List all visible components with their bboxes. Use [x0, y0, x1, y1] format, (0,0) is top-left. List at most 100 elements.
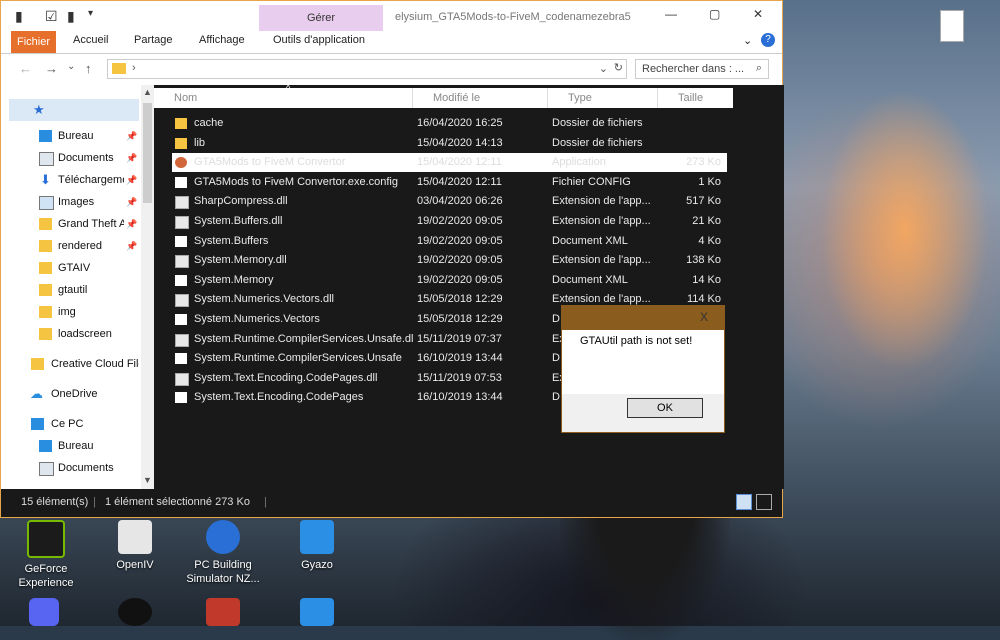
- back-icon[interactable]: ←: [19, 61, 32, 76]
- sidebar-item-images[interactable]: Images 📌: [1, 193, 141, 213]
- desktop-file-icon[interactable]: [940, 10, 964, 42]
- dialog-close-button[interactable]: X: [700, 310, 708, 324]
- desktop-icon-openiv[interactable]: OpenIV: [95, 520, 175, 572]
- column-header-size[interactable]: Taille: [657, 88, 733, 108]
- app-icon[interactable]: [206, 598, 240, 626]
- desktop-icon-pc-building[interactable]: PC Building Simulator NZ...: [183, 520, 263, 586]
- file-modified: 19/02/2020 09:05: [417, 234, 503, 247]
- pin-icon[interactable]: 📌: [126, 219, 137, 230]
- nav-scrollbar[interactable]: ▲ ▼: [141, 85, 154, 489]
- file-name: GTA5Mods to FiveM Convertor: [194, 156, 346, 169]
- chevron-down-icon[interactable]: ⌄: [599, 62, 608, 75]
- ribbon-expand-icon[interactable]: ⌄: [743, 34, 752, 47]
- column-header-modified[interactable]: Modifié le: [412, 88, 547, 108]
- sidebar-item-gtautil[interactable]: gtautil: [1, 281, 141, 301]
- file-row[interactable]: System.Buffers.dll 19/02/2020 09:05 Extens…: [172, 212, 727, 231]
- folder-icon: [39, 306, 52, 318]
- pin-icon[interactable]: 📌: [126, 131, 137, 142]
- file-row[interactable]: cache 16/04/2020 16:25 Dossier de fichiers: [172, 114, 727, 133]
- file-icon: [175, 314, 187, 325]
- sidebar-item-bureau[interactable]: Bureau 📌: [1, 127, 141, 147]
- discord-icon[interactable]: [29, 598, 59, 626]
- sidebar-item-downloads[interactable]: ⬇ Téléchargements 📌: [1, 171, 141, 191]
- dll-file-icon: [175, 294, 189, 308]
- logitech-icon[interactable]: [118, 598, 152, 626]
- file-modified: 15/11/2019 07:53: [417, 371, 502, 384]
- properties-icon[interactable]: ☑: [45, 8, 58, 25]
- sidebar-item-gtaiv[interactable]: GTAIV: [1, 259, 141, 279]
- file-name: System.Buffers: [194, 234, 269, 247]
- selection-info: 1 élément sélectionné 273 Ko: [105, 496, 250, 508]
- sidebar-item-label: rendered: [58, 240, 103, 252]
- file-icon: [175, 353, 187, 365]
- file-row[interactable]: System.Memory.dll 19/02/2020 09:05 Extensi…: [172, 251, 727, 270]
- sidebar-item-onedrive[interactable]: ☁ OneDrive: [1, 385, 141, 405]
- folder-icon: [112, 63, 126, 74]
- desktop-icon-gyazo[interactable]: Gyazo: [277, 520, 357, 572]
- tab-manage[interactable]: Gérer: [259, 5, 383, 31]
- path-input[interactable]: › ⌄ ↻: [107, 59, 627, 79]
- tab-app-tools[interactable]: Outils d'application: [273, 34, 365, 46]
- quick-access-dropdown[interactable]: ▾: [88, 8, 93, 19]
- new-folder-icon[interactable]: ▮: [67, 8, 75, 25]
- help-icon[interactable]: ?: [761, 33, 775, 47]
- file-row[interactable]: GTA5Mods to FiveM Convertor 15/04/2020 12…: [172, 153, 727, 173]
- sidebar-item-gta[interactable]: Grand Theft Auto V 📌: [1, 215, 141, 235]
- minimize-button[interactable]: —: [665, 7, 677, 21]
- file-modified: 15/05/2018 12:29: [417, 293, 503, 306]
- sidebar-item-this-pc[interactable]: Ce PC: [1, 415, 141, 435]
- pin-icon[interactable]: 📌: [126, 197, 137, 208]
- file-modified: 16/10/2019 13:44: [417, 352, 503, 365]
- file-row[interactable]: SharpCompress.dll 03/04/2020 06:26 Extensi…: [172, 192, 727, 211]
- scrollbar-thumb[interactable]: [143, 103, 152, 203]
- file-icon: [175, 274, 187, 286]
- recent-dropdown-icon[interactable]: ⌄: [67, 61, 75, 72]
- address-bar: ← → ⌄ ↑ › ⌄ ↻ Rechercher dans : ... ⌕: [1, 53, 782, 86]
- pin-icon[interactable]: 📌: [126, 175, 137, 186]
- search-input[interactable]: Rechercher dans : ... ⌕: [635, 59, 769, 79]
- dll-file-icon: [175, 255, 189, 269]
- pin-icon[interactable]: 📌: [126, 153, 137, 164]
- close-button[interactable]: ✕: [753, 7, 763, 21]
- sidebar-item-documents[interactable]: Documents 📌: [1, 149, 141, 169]
- file-row[interactable]: lib 15/04/2020 14:13 Dossier de fichiers: [172, 134, 727, 153]
- pin-icon[interactable]: 📌: [126, 241, 137, 252]
- tab-home[interactable]: Accueil: [73, 34, 108, 46]
- dll-file-icon: [175, 333, 189, 347]
- up-icon[interactable]: ↑: [85, 61, 92, 76]
- sidebar-item-rendered[interactable]: rendered 📌: [1, 237, 141, 257]
- sidebar-item-label: Ce PC: [51, 418, 84, 430]
- sidebar-item-loadscreen[interactable]: loadscreen: [1, 325, 141, 345]
- details-view-button[interactable]: [736, 494, 752, 510]
- quick-access-item[interactable]: ★: [9, 99, 139, 121]
- tab-share[interactable]: Partage: [134, 34, 173, 46]
- refresh-icon[interactable]: ↻: [614, 61, 623, 74]
- column-header-name[interactable]: Nom: [154, 88, 412, 108]
- ok-button[interactable]: OK: [627, 398, 703, 418]
- file-row[interactable]: GTA5Mods to FiveM Convertor.exe.config 15…: [172, 173, 727, 192]
- search-icon: ⌕: [755, 62, 762, 74]
- sidebar-item-img[interactable]: img: [1, 303, 141, 323]
- file-type: Extension de l'app...: [552, 254, 651, 267]
- scroll-down-icon[interactable]: ▼: [143, 475, 152, 485]
- sidebar-item-label: Bureau: [58, 440, 94, 452]
- sidebar-item-pc-documents[interactable]: Documents: [1, 459, 141, 479]
- explorer-window: ▮ ☑ ▮ ▾ Gérer elysium_GTA5Mods-to-FiveM_…: [0, 0, 784, 518]
- file-name: System.Runtime.CompilerServices.Unsafe: [194, 352, 402, 365]
- large-icons-view-button[interactable]: [756, 494, 772, 510]
- folder-icon: [39, 328, 52, 340]
- sidebar-item-creative-cloud[interactable]: Creative Cloud Files: [1, 355, 141, 375]
- file-name: System.Buffers.dll: [194, 215, 283, 227]
- tab-file[interactable]: Fichier: [11, 31, 57, 53]
- app-icon[interactable]: [300, 598, 334, 626]
- desktop-icon-geforce[interactable]: GeForce Experience: [6, 520, 86, 590]
- maximize-button[interactable]: ▢: [709, 7, 720, 21]
- scroll-up-icon[interactable]: ▲: [143, 87, 152, 97]
- sidebar-item-pc-bureau[interactable]: Bureau: [1, 437, 141, 457]
- navigation-pane: ★ Bureau 📌 Documents 📌 ⬇ Téléchargements…: [1, 85, 154, 489]
- column-header-type[interactable]: Type: [547, 88, 657, 108]
- file-row[interactable]: System.Buffers 19/02/2020 09:05 Document X…: [172, 232, 727, 251]
- forward-icon[interactable]: →: [45, 61, 58, 76]
- file-row[interactable]: System.Memory 19/02/2020 09:05 Document XM…: [172, 271, 727, 290]
- tab-view[interactable]: Affichage: [199, 34, 245, 46]
